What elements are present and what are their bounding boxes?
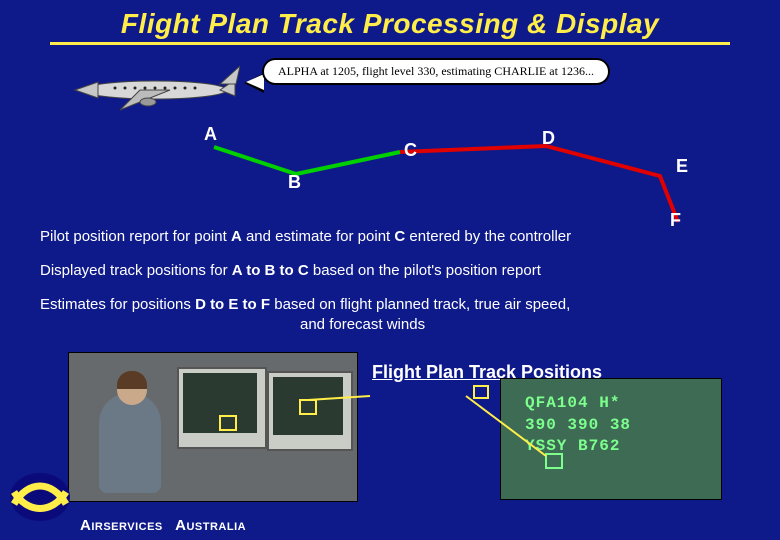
footer-org-text: IRSERVICES xyxy=(91,521,162,533)
footer-country-text: USTRALIA xyxy=(186,521,246,533)
footer-org: AIRSERVICES AUSTRALIA xyxy=(80,517,246,534)
footer-a-2: A xyxy=(175,517,186,534)
footer-a-1: A xyxy=(80,517,91,534)
airservices-logo-icon xyxy=(8,470,72,524)
connector-lines xyxy=(0,0,780,540)
